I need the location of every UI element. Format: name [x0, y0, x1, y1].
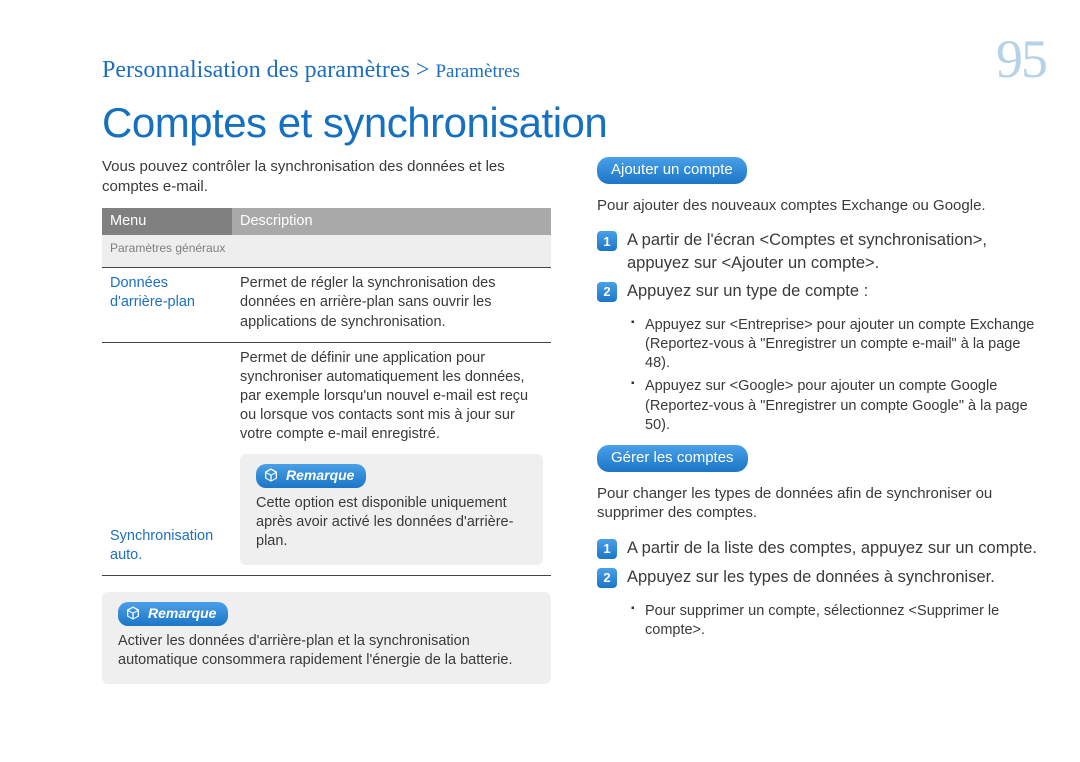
remark-badge: Remarque: [256, 464, 366, 487]
settings-table: Menu Description Paramètres généraux Don…: [102, 208, 551, 576]
col-header-description: Description: [232, 208, 551, 235]
step-number-icon: 1: [597, 539, 617, 559]
menu-item-background-data: Données d'arrière-plan: [102, 268, 232, 342]
list-item: Appuyez sur <Google> pour ajouter un com…: [631, 377, 1046, 434]
menu-desc: Permet de définir une application pour s…: [240, 350, 528, 443]
step-text: A partir de l'écran <Comptes et synchron…: [627, 229, 1046, 274]
remark-label: Remarque: [286, 466, 354, 484]
step-text: Appuyez sur un type de compte :: [627, 280, 868, 302]
breadcrumb-sub: Paramètres: [435, 61, 519, 82]
breadcrumb-sep: >: [416, 57, 430, 83]
page-header: Personnalisation des paramètres > Paramè…: [34, 24, 1046, 95]
step-number-icon: 2: [597, 282, 617, 302]
remark-label: Remarque: [148, 604, 216, 622]
section-intro: Pour changer les types de données afin d…: [597, 484, 1046, 524]
step-item: 1 A partir de la liste des comptes, appu…: [597, 537, 1046, 559]
breadcrumb-main: Personnalisation des paramètres: [102, 57, 410, 83]
section-pill-manage-accounts: Gérer les comptes: [597, 445, 748, 472]
bullet-list: Pour supprimer un compte, sélectionnez <…: [631, 602, 1046, 640]
page-title: Comptes et synchronisation: [102, 95, 1046, 150]
note-box-outer: Remarque Activer les données d'arrière-p…: [102, 592, 551, 684]
step-number-icon: 2: [597, 568, 617, 588]
list-item: Appuyez sur <Entreprise> pour ajouter un…: [631, 316, 1046, 373]
table-subheader: Paramètres généraux: [102, 235, 551, 267]
section-pill-add-account: Ajouter un compte: [597, 157, 747, 184]
col-header-menu: Menu: [102, 208, 232, 235]
intro-text: Vous pouvez contrôler la synchronisation…: [102, 157, 551, 197]
step-item: 1 A partir de l'écran <Comptes et synchr…: [597, 229, 1046, 274]
breadcrumb: Personnalisation des paramètres > Paramè…: [102, 55, 520, 87]
table-subheader-row: Paramètres généraux: [102, 235, 551, 267]
steps-add-account: 1 A partir de l'écran <Comptes et synchr…: [597, 229, 1046, 302]
step-item: 2 Appuyez sur les types de données à syn…: [597, 566, 1046, 588]
section-intro: Pour ajouter des nouveaux comptes Exchan…: [597, 196, 1046, 216]
steps-manage-accounts: 1 A partir de la liste des comptes, appu…: [597, 537, 1046, 588]
menu-desc: Permet de régler la synchronisation des …: [232, 268, 551, 342]
cube-icon: [262, 466, 280, 484]
left-column: Vous pouvez contrôler la synchronisation…: [102, 157, 551, 684]
table-row: Synchronisation auto. Permet de définir …: [102, 342, 551, 575]
remark-badge: Remarque: [118, 602, 228, 625]
menu-desc-cell: Permet de définir une application pour s…: [232, 342, 551, 575]
step-text: A partir de la liste des comptes, appuye…: [627, 537, 1037, 559]
right-column: Ajouter un compte Pour ajouter des nouve…: [597, 157, 1046, 684]
table-row: Données d'arrière-plan Permet de régler …: [102, 268, 551, 342]
table-header-row: Menu Description: [102, 208, 551, 235]
page-number: 95: [996, 24, 1046, 95]
note-text: Activer les données d'arrière-plan et la…: [118, 632, 535, 670]
content-columns: Vous pouvez contrôler la synchronisation…: [34, 157, 1046, 684]
note-box-inner: Remarque Cette option est disponible uni…: [240, 454, 543, 565]
menu-item-autosync: Synchronisation auto.: [102, 342, 232, 575]
note-text: Cette option est disponible uniquement a…: [256, 494, 527, 551]
step-number-icon: 1: [597, 231, 617, 251]
cube-icon: [124, 604, 142, 622]
bullet-list: Appuyez sur <Entreprise> pour ajouter un…: [631, 316, 1046, 435]
list-item: Pour supprimer un compte, sélectionnez <…: [631, 602, 1046, 640]
step-text: Appuyez sur les types de données à synch…: [627, 566, 995, 588]
step-item: 2 Appuyez sur un type de compte :: [597, 280, 1046, 302]
